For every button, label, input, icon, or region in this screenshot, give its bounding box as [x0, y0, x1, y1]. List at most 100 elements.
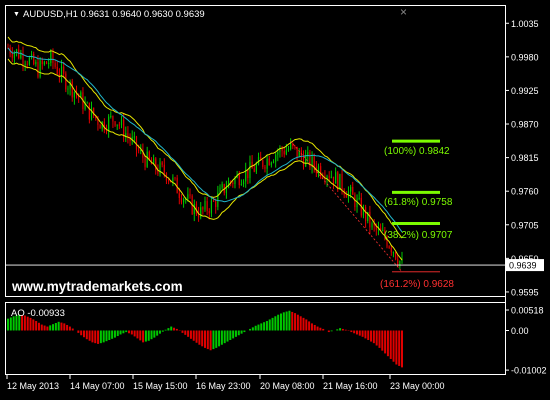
time-tick-label: 21 May 16:00: [323, 381, 378, 391]
chart-window: 1.0035 0.9980 0.9925 0.9870 0.9815 0.9760 0.97…: [0, 0, 550, 400]
candle-body: [262, 160, 264, 167]
candle-body: [161, 162, 163, 165]
candle-body: [364, 207, 367, 221]
candle-body: [73, 92, 75, 98]
time-axis-ticks: 12 May 2013 14 May 07:00 15 May 15:00 16 Ma…: [6, 375, 445, 391]
candle-body: [54, 63, 56, 67]
candle-body: [13, 52, 16, 58]
candle-body: [232, 182, 234, 185]
candle-body: [123, 119, 125, 138]
candle-body: [52, 51, 54, 64]
candle-body: [56, 66, 58, 74]
candle-body: [371, 223, 373, 228]
symbol-header: AUDUSD,H1 0.9631 0.9640 0.9630 0.9639: [23, 9, 205, 20]
price-tick-label: 0.9760: [511, 187, 539, 197]
price-tick-label: 1.0035: [511, 19, 539, 29]
candle-body: [182, 199, 185, 203]
candle-body: [206, 201, 208, 211]
candle-body: [35, 62, 37, 65]
candle-body: [187, 194, 189, 199]
candle-body: [285, 150, 287, 155]
ao-histogram: [7, 310, 403, 368]
candle-body: [43, 61, 46, 65]
candle-body: [264, 166, 266, 169]
candle-body: [148, 151, 150, 160]
candle-body: [127, 133, 129, 137]
candle-body: [63, 66, 65, 74]
candle-body: [225, 187, 228, 193]
indicator-plot-border: [5, 302, 506, 375]
candle-body: [255, 164, 257, 172]
candle-body: [277, 152, 279, 155]
candle-body: [88, 102, 90, 120]
candle-body: [397, 259, 399, 265]
candle-body: [266, 158, 268, 169]
candle-body: [275, 154, 277, 162]
candle-body: [28, 57, 31, 65]
fib-label-38-2: (38.2%) 0.9707: [384, 230, 453, 241]
ao-indicator-label: AO -0.00933: [11, 308, 65, 319]
candle-body: [11, 53, 13, 58]
candle-body: [172, 177, 174, 183]
current-price-label: 0.9639: [509, 261, 537, 271]
candle-body: [114, 121, 116, 126]
candle-body: [180, 198, 183, 203]
chart-canvas: 1.0035 0.9980 0.9925 0.9870 0.9815 0.9760 0.97…: [5, 5, 547, 391]
price-tick-label: 0.9980: [511, 52, 539, 62]
candle-body: [215, 201, 217, 207]
candle-body: [112, 115, 114, 122]
candle-body: [174, 177, 176, 179]
candle-body: [212, 200, 215, 202]
time-tick-label: 14 May 07:00: [70, 381, 125, 391]
candle-body: [283, 151, 285, 155]
candle-body: [208, 210, 210, 214]
candle-body: [50, 51, 52, 64]
candle-body: [45, 61, 48, 64]
fib-label-100: (100%) 0.9842: [384, 146, 450, 157]
candle-body: [202, 207, 204, 210]
candle-body: [290, 143, 292, 150]
candle-body: [369, 211, 371, 228]
candle-body: [302, 156, 305, 167]
price-tick-label: 0.9595: [511, 287, 539, 297]
candle-body: [178, 193, 180, 199]
time-tick-label: 20 May 08:00: [260, 381, 315, 391]
envelope-bands: [7, 36, 403, 261]
collapse-arrow-icon[interactable]: ▼: [13, 11, 20, 18]
time-tick-label: 12 May 2013: [7, 381, 59, 391]
candlestick-series: [7, 43, 403, 269]
candle-body: [210, 200, 213, 214]
fib-label-161-2: (161.2%) 0.9628: [380, 279, 454, 290]
candle-body: [352, 187, 354, 195]
candle-body: [341, 173, 343, 191]
candle-body: [99, 124, 101, 129]
candle-body: [238, 174, 240, 186]
candle-body: [86, 102, 88, 104]
candle-body: [189, 194, 191, 196]
candle-body: [251, 161, 253, 169]
candle-body: [18, 49, 20, 59]
lower-envelope-line: [7, 58, 403, 261]
candle-body: [144, 157, 146, 167]
watermark-text: www.mytrademarkets.com: [11, 279, 183, 294]
candle-body: [394, 252, 397, 260]
candle-body: [332, 176, 335, 184]
candle-body: [120, 119, 123, 126]
price-tick-label: 0.9870: [511, 120, 539, 130]
candle-body: [41, 60, 43, 65]
candle-body: [242, 181, 245, 184]
candle-body: [247, 169, 249, 178]
candle-body: [320, 166, 322, 177]
candle-body: [330, 176, 332, 178]
ao-tick-label: -0.01002: [511, 366, 547, 376]
candle-body: [356, 198, 358, 208]
candle-body: [240, 183, 243, 186]
ao-tick-label: 0.00: [511, 326, 529, 336]
candle-body: [39, 60, 41, 77]
candle-body: [135, 136, 138, 150]
close-icon[interactable]: ×: [400, 5, 407, 19]
time-tick-label: 15 May 15:00: [133, 381, 188, 391]
candle-body: [110, 115, 112, 117]
candle-body: [33, 54, 35, 65]
candle-body: [71, 81, 73, 98]
